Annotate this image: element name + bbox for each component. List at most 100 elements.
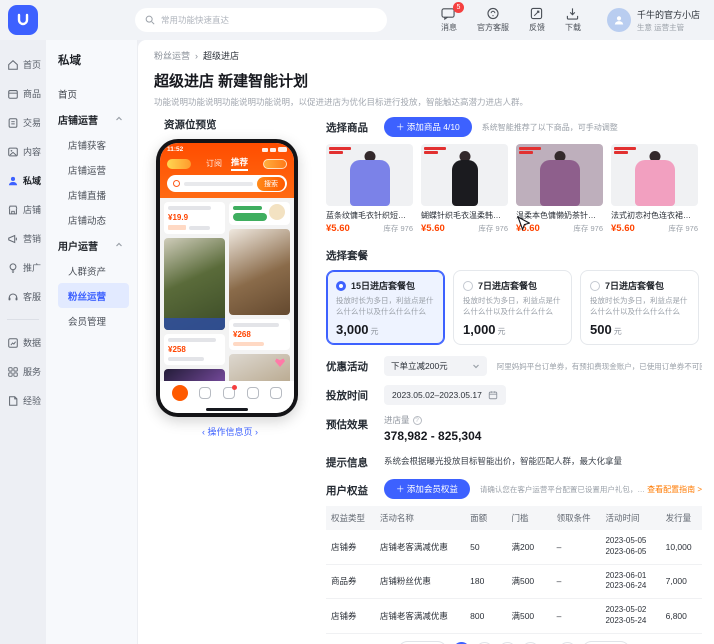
sidebar-item-shop-acquisition[interactable]: 店铺获客 [58, 132, 129, 157]
package-card-7d-a[interactable]: 7日进店套餐包 投放时长为多日，利益点是什么什么什以及什么什么什么 1,000 元 [453, 270, 572, 345]
product-cards: 蓝条纹慵毛衣针织短袖… ¥5.60 库存 976 蝴蝶针织毛衣温柔韩版… ¥5.6… [326, 144, 702, 234]
table-row: 店铺券 店铺老客满减优惠 800 满500– 2023-05-02 2023-05-24… [326, 598, 702, 634]
feed-card: ¥258 [164, 334, 225, 365]
download-icon [567, 8, 579, 20]
add-benefit-button[interactable]: ＋ 添加会员权益 [384, 479, 470, 499]
product-stock: 库存 976 [383, 224, 413, 233]
support-icon [8, 292, 18, 300]
phone-search-bar: 搜索 [167, 175, 287, 192]
messages-button[interactable]: 消息 5 [441, 2, 464, 33]
phone-tab-recommend: 推荐 [230, 156, 248, 171]
breadcrumb-separator: › [195, 50, 199, 61]
feedback-button[interactable]: 反馈 [529, 7, 545, 33]
rail-item-goods[interactable]: 商品 [0, 79, 46, 108]
chevron-down-icon [472, 364, 479, 369]
document-icon [9, 395, 18, 406]
account-name: 千牛的官方小店 [636, 9, 700, 20]
table-header-row: 权益类型 活动名称 面额 门槛 领取条件 活动时间 发行量 [326, 506, 702, 530]
box-icon [8, 89, 18, 99]
product-stock: 库存 976 [668, 224, 698, 233]
main-content: 粉丝运营 › 超级进店 超级进店 新建智能计划 功能说明功能说明功能说明功能说明… [138, 40, 714, 644]
phone-tab-home-icon [171, 385, 188, 401]
sidebar-item-home[interactable]: 首页 [58, 82, 129, 106]
preview-label: 资源位预览 [164, 119, 217, 131]
date-range-input[interactable]: 2023.05.02–2023.05.17 [384, 385, 506, 405]
rail-item-experience[interactable]: 经验 [0, 386, 46, 415]
promo-hint: 阿里妈妈平台订单券，有预扣费现金账户，已使用订单券不可回退 [496, 362, 702, 371]
rail-item-promotion[interactable]: 推广 [0, 253, 46, 282]
app-logo[interactable] [8, 5, 38, 35]
radio-selected-icon[interactable] [336, 280, 346, 291]
preview-pager[interactable]: ‹ 操作信息页 › [154, 425, 306, 438]
rail-item-marketing[interactable]: 营销 [0, 224, 46, 253]
package-cards: 15日进店套餐包 投放时长为多日，利益点是什么什么什以及什么什么什么 3,000… [326, 270, 702, 345]
search-input[interactable]: 常用功能快速直达 [135, 8, 387, 32]
sidebar-group-shop-ops[interactable]: 店铺运营 [58, 106, 129, 132]
rail-item-trade[interactable]: 交易 [0, 108, 46, 137]
brand-badge [614, 147, 636, 154]
brand-badge [329, 147, 351, 154]
breadcrumb-current: 超级进店 [203, 51, 240, 61]
food-thumbnail [269, 204, 285, 220]
phone-status-icons [262, 147, 287, 152]
mouse-cursor [517, 216, 530, 232]
add-product-button[interactable]: ＋ 添加商品 4/10 [384, 117, 472, 137]
package-card-7d-b[interactable]: 7日进店套餐包 投放时长为多日，利益点是什么什么什以及什么什么什么 500 元 [580, 270, 699, 345]
rail-item-home[interactable]: 首页 [0, 50, 46, 79]
info-icon[interactable] [412, 415, 422, 425]
phone-app-header: 11:52 订阅 推荐 搜索 [160, 143, 294, 198]
rail-item-shop[interactable]: 店铺 [0, 195, 46, 224]
product-image [326, 144, 413, 206]
sidebar-item-shop-live[interactable]: 店铺直播 [58, 182, 129, 207]
receipt-icon [8, 117, 18, 128]
official-support-button[interactable]: 官方客服 [477, 7, 509, 33]
sidebar-item-shop-operation[interactable]: 店铺运营 [58, 157, 129, 182]
package-card-15d[interactable]: 15日进店套餐包 投放时长为多日，利益点是什么什么什以及什么什么什么 3,000… [326, 270, 445, 345]
product-card[interactable]: 蓝条纹慵毛衣针织短袖… ¥5.60 库存 976 [326, 144, 413, 234]
phone-home-indicator [160, 405, 294, 413]
download-button[interactable]: 下载 [565, 7, 581, 33]
feedback-icon [531, 7, 543, 20]
rail-item-data[interactable]: 数据 [0, 328, 46, 357]
phone-left-pill [167, 158, 191, 169]
breadcrumb-parent[interactable]: 粉丝运营 [154, 49, 190, 62]
phone-tabbar [160, 381, 294, 405]
radio-icon[interactable] [463, 280, 473, 291]
sidebar-group-user-ops[interactable]: 用户运营 [58, 232, 129, 258]
feed-card-promo [229, 202, 290, 225]
feed-price: ¥19.9 [168, 213, 189, 222]
product-stock: 库存 976 [478, 224, 508, 233]
topbar: 常用功能快速直达 消息 5 官方客服 反馈 下载 千牛的官方小店 生意 运营主管 [0, 0, 714, 40]
account-menu[interactable]: 千牛的官方小店 生意 运营主管 [606, 8, 700, 33]
phone-time: 11:52 [167, 146, 184, 153]
product-price: ¥5.60 [611, 223, 635, 234]
chart-icon [8, 337, 18, 348]
phone-tab-icon [246, 387, 259, 399]
phone-right-pill [263, 158, 287, 169]
tips-label: 提示信息 [326, 457, 368, 469]
feed-card: ¥268 [229, 319, 290, 350]
sidebar-item-fans-operation[interactable]: 粉丝运营 [58, 283, 129, 308]
rail-item-service[interactable]: 客服 [0, 282, 46, 311]
packages-label: 选择套餐 [326, 250, 368, 262]
rail-item-content[interactable]: 内容 [0, 137, 46, 166]
avatar [606, 8, 631, 32]
product-card[interactable]: 法式初恋衬色连衣裙仙… ¥5.60 库存 976 [611, 144, 698, 234]
sidebar-item-member-management[interactable]: 会员管理 [58, 308, 129, 333]
product-stock: 库存 976 [573, 224, 603, 233]
phone-preview: 11:52 订阅 推荐 搜索 ¥19.9 ¥258 ¥268 [156, 139, 298, 417]
sidebar-item-shop-feed[interactable]: 店铺动态 [58, 207, 129, 232]
sidebar-item-audience-assets[interactable]: 人群资产 [58, 258, 129, 283]
phone-tab-icon [199, 387, 212, 399]
promo-select[interactable]: 下单立减200元 [384, 356, 487, 376]
config-guide-link[interactable]: 查看配置指南 > [647, 484, 702, 495]
rail-item-private-domain[interactable]: 私域 [0, 166, 46, 195]
estimate-label: 预估效果 [326, 419, 368, 431]
primary-nav-rail: 首页 商品 交易 内容 私域 店铺 营销 推广 客服 数据 服务 经验 [0, 40, 46, 644]
feed-image-plush [164, 369, 225, 381]
product-card[interactable]: 蝴蝶针织毛衣温柔韩版… ¥5.60 库存 976 [421, 144, 508, 234]
heart-icon [275, 358, 285, 367]
rail-item-services-market[interactable]: 服务 [0, 357, 46, 386]
product-image [611, 144, 698, 206]
radio-icon[interactable] [590, 280, 600, 291]
